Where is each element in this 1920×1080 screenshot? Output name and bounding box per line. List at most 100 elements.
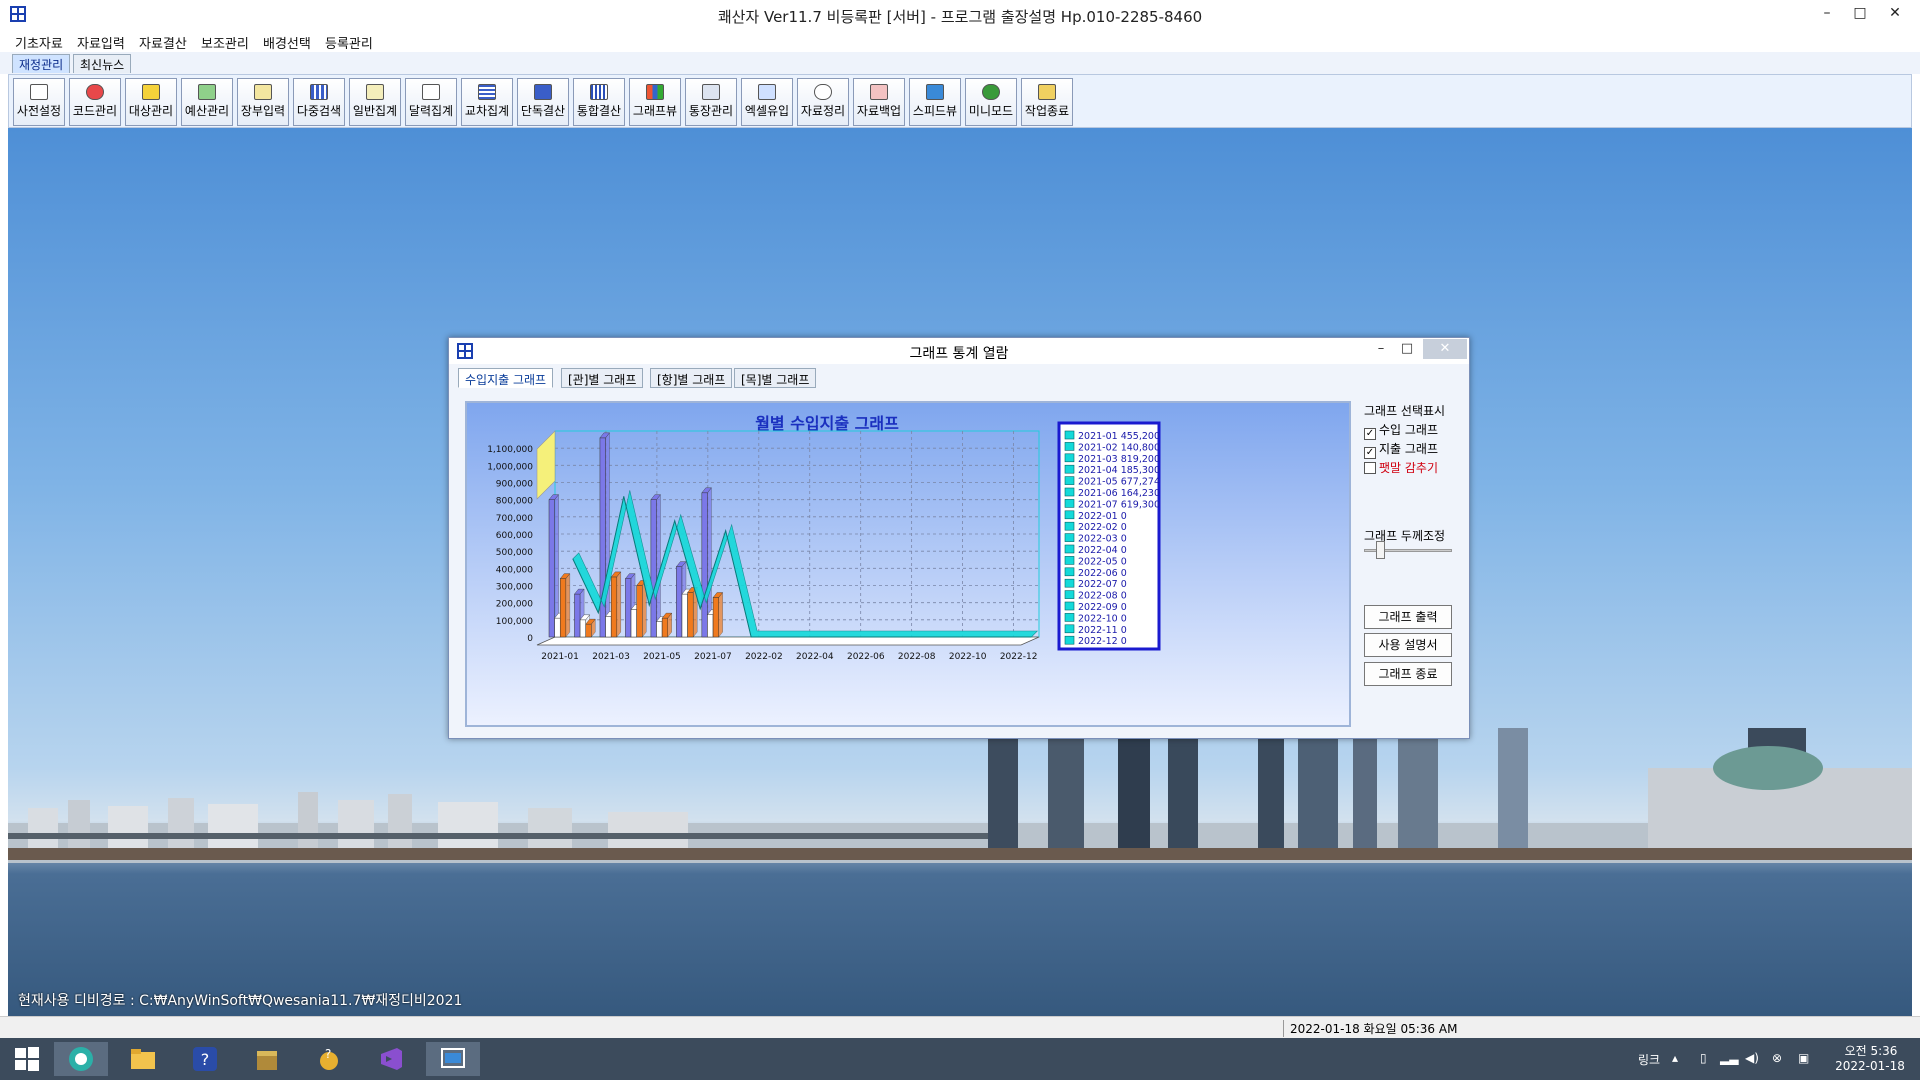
x-tick-label: 2022-12 — [1000, 652, 1038, 662]
menu-data-settlement[interactable]: 자료결산 — [139, 33, 187, 52]
bar — [605, 616, 612, 638]
tray-status-icon[interactable]: ⊗ — [1772, 1051, 1782, 1065]
tab-gwan-graph[interactable]: [관]별 그래프 — [561, 368, 644, 388]
toolbar-exit-button[interactable]: 작업종료 — [1021, 78, 1073, 126]
menu-aux-management[interactable]: 보조관리 — [201, 33, 249, 52]
dialog-title: 그래프 통계 열람 — [909, 346, 1009, 362]
hide-labels-checkbox[interactable]: 팻말 감추기 — [1364, 459, 1438, 476]
x-tick-label: 2021-01 — [541, 652, 579, 662]
toolbar-cross-summary-button[interactable]: 교차집계 — [461, 78, 513, 126]
income-graph-checkbox[interactable]: ✓ 수입 그래프 — [1364, 421, 1438, 440]
toolbar-speed-view-button[interactable]: 스피드뷰 — [909, 78, 961, 126]
pencil-icon — [254, 84, 272, 100]
legend-entry: 2021-07 619,300 — [1078, 499, 1160, 510]
y-tick-label: 700,000 — [496, 514, 533, 524]
minimize-button[interactable]: – — [1812, 2, 1842, 24]
menu-background-select[interactable]: 배경선택 — [263, 33, 311, 52]
city-skyline-image — [8, 728, 1912, 863]
bar — [681, 593, 688, 638]
user-manual-button[interactable]: 사용 설명서 — [1364, 633, 1452, 657]
excel-icon — [758, 84, 776, 100]
toolbar-single-settlement-button[interactable]: 단독결산 — [517, 78, 569, 126]
toolbar-excel-import-button[interactable]: 엑셀유입 — [741, 78, 793, 126]
toolbar-backup-button[interactable]: 자료백업 — [853, 78, 905, 126]
graph-print-button[interactable]: 그래프 출력 — [1364, 605, 1452, 629]
thickness-slider-thumb[interactable] — [1376, 541, 1385, 559]
tray-expand-icon[interactable]: ▴ — [1672, 1051, 1678, 1065]
close-button[interactable]: ✕ — [1880, 2, 1910, 24]
taskbar-app-assistant[interactable]: ? — [302, 1042, 356, 1076]
hide-labels-check-box[interactable] — [1364, 462, 1376, 474]
toolbar-target-button[interactable]: 대상관리 — [125, 78, 177, 126]
tray-link-label[interactable]: 링크 — [1638, 1051, 1660, 1068]
taskbar-app-help[interactable]: ? — [178, 1042, 232, 1076]
toolbar-mini-mode-button[interactable]: 미니모드 — [965, 78, 1017, 126]
toolbar-ledger-button[interactable]: 장부입력 — [237, 78, 289, 126]
maximize-button[interactable]: □ — [1845, 2, 1875, 24]
toolbar-integrated-settlement-button[interactable]: 통합결산 — [573, 78, 625, 126]
legend-swatch — [1064, 624, 1075, 634]
toolbar-bankbook-button[interactable]: 통장관리 — [685, 78, 737, 126]
bar — [554, 617, 561, 638]
tray-ime-icon[interactable]: ▣ — [1798, 1051, 1809, 1065]
menu-registration[interactable]: 등록관리 — [325, 33, 373, 52]
x-tick-label: 2022-08 — [898, 652, 936, 662]
clock-time[interactable]: 오전 5:36 — [1836, 1042, 1906, 1059]
bar — [712, 597, 719, 638]
income-check-box[interactable]: ✓ — [1364, 428, 1376, 440]
bar — [687, 592, 694, 638]
toolbar-budget-button[interactable]: 예산관리 — [181, 78, 233, 126]
legend-entry: 2022-10 0 — [1078, 613, 1127, 624]
taskbar-app-qwesania[interactable] — [426, 1042, 480, 1076]
tab-mok-graph[interactable]: [목]별 그래프 — [734, 368, 817, 388]
sheet-icon — [590, 84, 608, 100]
tab-finance-management[interactable]: 재정관리 — [12, 54, 71, 73]
legend-entry: 2022-02 0 — [1078, 522, 1127, 533]
grid-icon — [310, 84, 328, 100]
toolbar-multi-search-button[interactable]: 다중검색 — [293, 78, 345, 126]
toolbar-preset-button[interactable]: 사전설정 — [13, 78, 65, 126]
tab-income-expense-graph[interactable]: 수입지출 그래프 — [458, 368, 554, 388]
dialog-close-button[interactable]: ✕ — [1423, 339, 1467, 359]
people-icon — [142, 84, 160, 100]
bar — [574, 593, 581, 638]
expense-check-box[interactable]: ✓ — [1364, 447, 1376, 459]
legend-swatch — [1064, 578, 1075, 588]
bar-side — [656, 494, 661, 638]
expense-graph-checkbox[interactable]: ✓ 지출 그래프 — [1364, 440, 1438, 459]
taskbar-app-explorer[interactable] — [116, 1042, 170, 1076]
bar — [610, 576, 618, 638]
calendar-icon — [422, 84, 440, 100]
menu-basic-data[interactable]: 기초자료 — [15, 33, 63, 52]
graph-close-button[interactable]: 그래프 종료 — [1364, 662, 1452, 686]
toolbar-data-cleanup-button[interactable]: 자료정리 — [797, 78, 849, 126]
menu-data-input[interactable]: 자료입력 — [77, 33, 125, 52]
tab-hang-graph[interactable]: [항]별 그래프 — [650, 368, 733, 388]
toolbar-calendar-summary-button[interactable]: 달력집계 — [405, 78, 457, 126]
status-bar: 2022-01-18 화요일 05:36 AM — [0, 1016, 1920, 1038]
legend-entry: 2021-05 677,274 — [1078, 477, 1160, 488]
dialog-minimize-button[interactable]: – — [1367, 339, 1395, 359]
x-tick-label: 2022-06 — [847, 652, 885, 662]
taskbar-app-package[interactable] — [240, 1042, 294, 1076]
taskbar-app-visual-studio[interactable] — [364, 1042, 418, 1076]
toolbar-graph-view-button[interactable]: 그래프뷰 — [629, 78, 681, 126]
legend-swatch — [1064, 601, 1075, 611]
y-tick-label: 1,000,000 — [487, 462, 533, 472]
toolbar-code-button[interactable]: 코드관리 — [69, 78, 121, 126]
dialog-maximize-button[interactable]: □ — [1393, 339, 1421, 359]
taskbar: ? ? 링크 ▴ ▯ ▂▃ ◀) ⊗ ▣ 오전 5:36 2022-01-18 — [0, 1038, 1920, 1080]
taskbar-app-browser[interactable] — [54, 1042, 108, 1076]
tray-battery-icon[interactable]: ▯ — [1700, 1051, 1707, 1065]
tab-latest-news[interactable]: 최신뉴스 — [73, 54, 132, 73]
legend-swatch — [1064, 635, 1075, 645]
clock-date[interactable]: 2022-01-18 — [1830, 1059, 1910, 1073]
tray-volume-icon[interactable]: ◀) — [1745, 1051, 1759, 1065]
start-button[interactable] — [0, 1042, 54, 1076]
eraser-icon — [86, 84, 104, 100]
legend-swatch — [1064, 510, 1075, 520]
tray-network-icon[interactable]: ▂▃ — [1720, 1051, 1738, 1065]
legend-entry: 2022-01 0 — [1078, 511, 1127, 522]
toolbar-general-summary-button[interactable]: 일반집계 — [349, 78, 401, 126]
door-exit-icon — [1038, 84, 1056, 100]
